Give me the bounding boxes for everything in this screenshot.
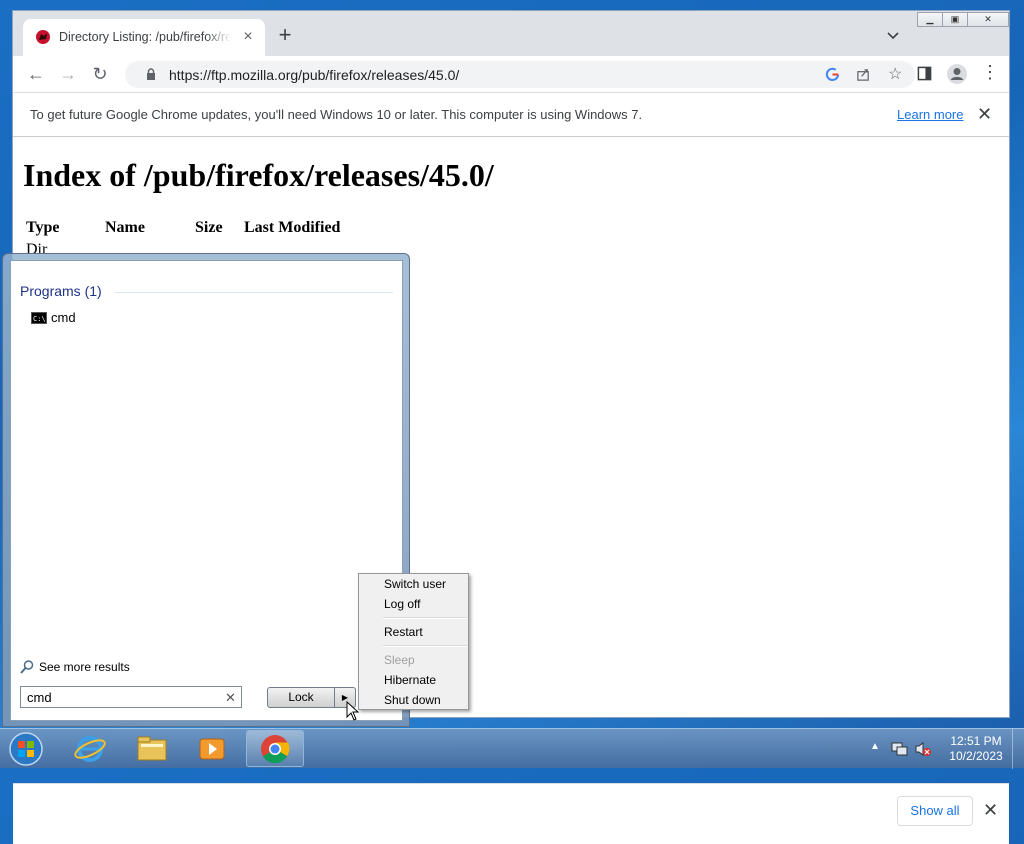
network-icon[interactable]	[890, 741, 908, 757]
programs-section-header[interactable]: Programs (1)	[20, 283, 102, 299]
reload-icon[interactable]: ↻	[86, 60, 114, 88]
menu-item-shut-down[interactable]: Shut down	[384, 693, 441, 707]
menu-item-hibernate[interactable]: Hibernate	[384, 673, 436, 687]
column-header-name: Name	[105, 219, 145, 236]
menu-item-restart[interactable]: Restart	[384, 625, 423, 639]
google-lens-icon[interactable]	[825, 67, 840, 82]
share-icon[interactable]	[856, 67, 871, 82]
search-value: cmd	[27, 690, 52, 705]
start-search-input[interactable]: cmd ✕	[20, 686, 242, 708]
minimize-button[interactable]: ▁	[917, 12, 943, 27]
show-hidden-icons-icon[interactable]: ▲	[870, 741, 880, 752]
infobar-close-icon[interactable]: ✕	[977, 104, 992, 125]
program-result-cmd[interactable]: C:\ cmd	[29, 309, 229, 329]
mouse-cursor-icon	[346, 701, 360, 721]
power-options-menu: Switch user Log off Restart Sleep Hibern…	[358, 573, 469, 710]
column-header-size: Size	[195, 219, 223, 236]
chrome-taskbar-button[interactable]	[246, 730, 304, 767]
column-header-type: Type	[26, 219, 60, 236]
side-panel-icon[interactable]	[917, 66, 932, 81]
file-explorer-icon[interactable]	[124, 731, 180, 767]
taskbar: ▲ 12:51 PM 10/2/2023	[0, 728, 1024, 769]
infobar-message: To get future Google Chrome updates, you…	[30, 107, 643, 122]
tab-directory-listing[interactable]: Directory Listing: /pub/firefox/releases…	[23, 19, 265, 56]
mozilla-favicon-icon	[36, 30, 50, 44]
forward-arrow-icon[interactable]: →	[54, 60, 82, 88]
back-arrow-icon[interactable]: ←	[22, 60, 50, 88]
update-infobar: To get future Google Chrome updates, you…	[13, 92, 1009, 137]
maximize-button[interactable]: ▣	[942, 12, 968, 27]
magnifier-icon	[20, 660, 34, 674]
url-text: https://ftp.mozilla.org/pub/firefox/rele…	[169, 67, 460, 83]
address-bar[interactable]: https://ftp.mozilla.org/pub/firefox/rele…	[125, 61, 915, 88]
tab-search-chevron-icon[interactable]	[885, 27, 901, 43]
tab-close-icon[interactable]: ×	[239, 28, 257, 46]
menu-item-log-off[interactable]: Log off	[384, 597, 420, 611]
menu-item-sleep: Sleep	[384, 653, 415, 667]
taskbar-clock[interactable]: 12:51 PM 10/2/2023	[948, 734, 1004, 764]
see-more-results-link[interactable]: See more results	[19, 659, 159, 677]
chrome-icon	[261, 735, 290, 764]
download-bar-close-icon[interactable]: ✕	[983, 800, 998, 821]
lock-button[interactable]: Lock	[267, 687, 335, 708]
show-all-button[interactable]: Show all	[897, 796, 973, 826]
show-desktop-button[interactable]	[1012, 729, 1024, 769]
clock-date: 10/2/2023	[949, 749, 1003, 763]
page-title: Index of /pub/firefox/releases/45.0/	[23, 157, 494, 193]
tab-title: Directory Listing: /pub/firefox/releases…	[59, 30, 231, 44]
profile-avatar-icon[interactable]	[946, 63, 968, 85]
clear-search-icon[interactable]: ✕	[225, 690, 236, 706]
volume-muted-icon[interactable]	[914, 741, 932, 757]
start-menu: Programs (1) C:\ cmd See more results	[2, 253, 410, 727]
close-window-button[interactable]: ✕	[967, 12, 1009, 27]
command-prompt-icon: C:\	[31, 312, 47, 324]
download-bar: Show all ✕	[13, 783, 1009, 844]
clock-time: 12:51 PM	[950, 734, 1002, 748]
menu-separator	[383, 617, 467, 619]
column-header-last-modified: Last Modified	[244, 219, 341, 236]
section-divider	[115, 292, 393, 293]
program-label: cmd	[51, 310, 76, 325]
tab-strip: Directory Listing: /pub/firefox/releases…	[13, 11, 1009, 56]
lock-icon[interactable]	[145, 68, 157, 80]
bookmark-star-icon[interactable]: ☆	[888, 64, 902, 84]
new-tab-button[interactable]: +	[275, 24, 295, 46]
media-player-icon[interactable]	[184, 731, 240, 767]
see-more-label: See more results	[39, 660, 130, 674]
search-results-pane: Programs (1) C:\ cmd See more results	[10, 260, 403, 721]
learn-more-link[interactable]: Learn more	[897, 107, 963, 122]
menu-item-switch-user[interactable]: Switch user	[384, 577, 446, 591]
menu-separator	[383, 645, 467, 647]
internet-explorer-icon[interactable]	[62, 731, 118, 767]
windows-start-orb-icon[interactable]	[6, 731, 46, 767]
more-menu-icon[interactable]: ⋮	[981, 62, 999, 83]
browser-toolbar: ← → ↻ https://ftp.mozilla.org/pub/firefo…	[13, 56, 1009, 92]
